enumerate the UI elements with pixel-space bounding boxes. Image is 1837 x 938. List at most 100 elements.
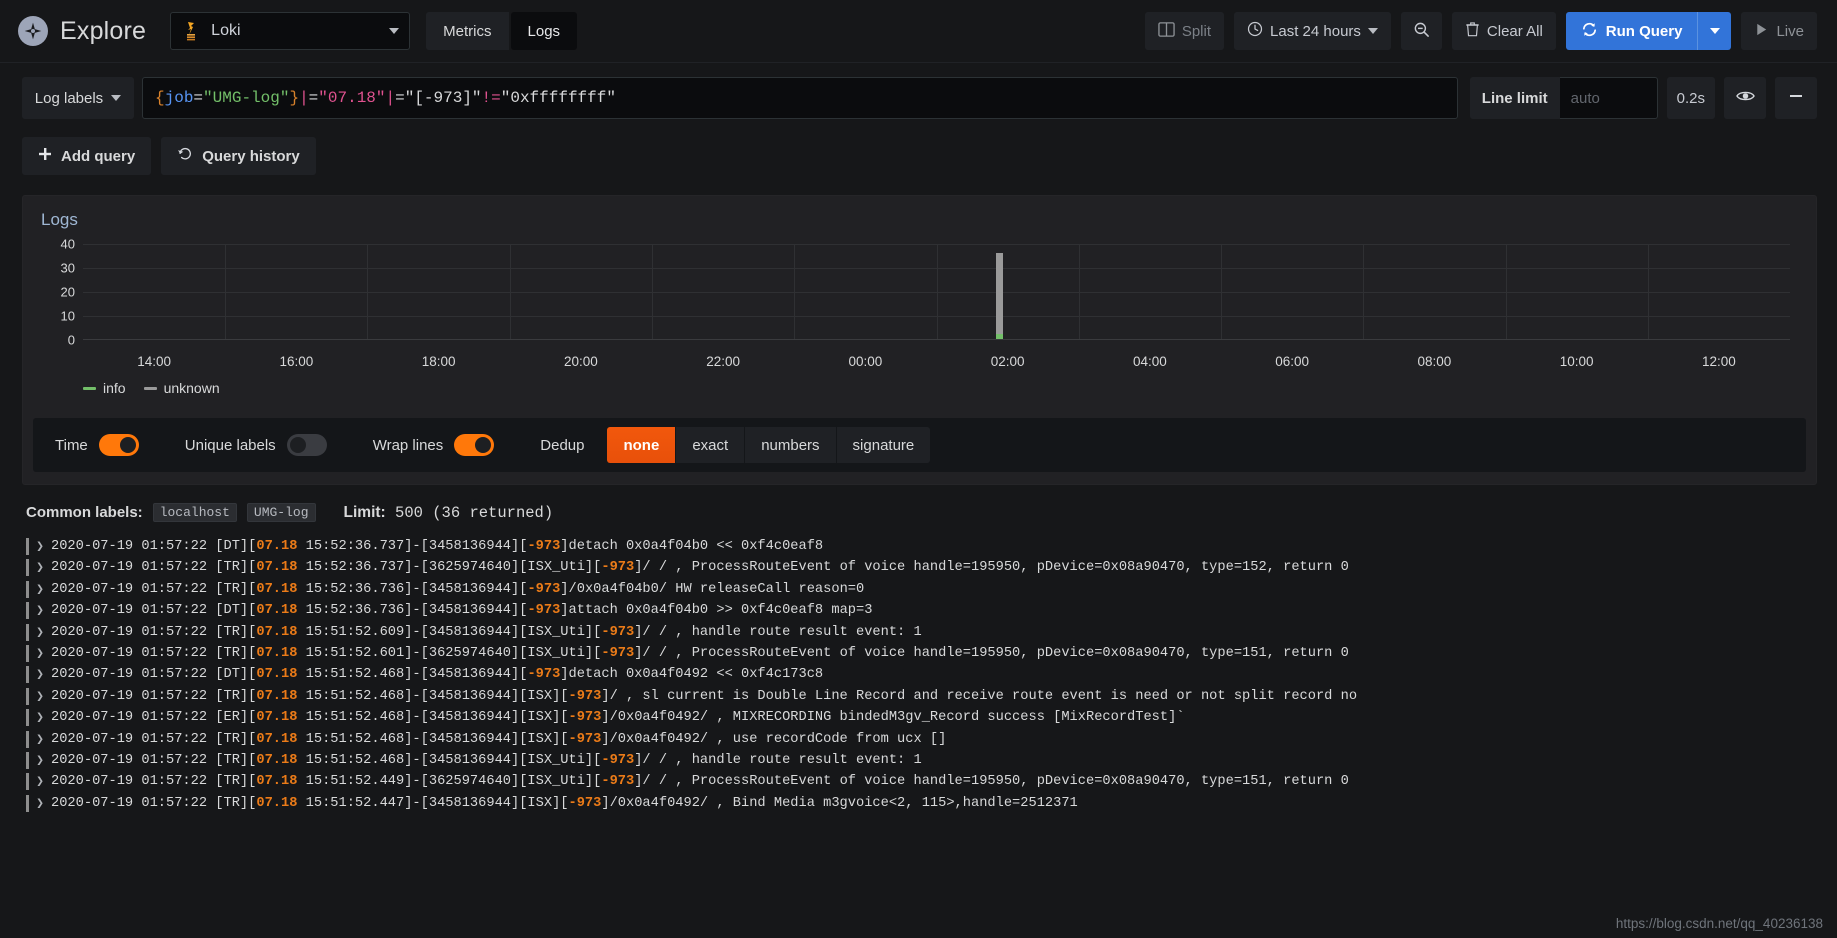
dedup-option-exact[interactable]: exact xyxy=(675,427,745,463)
expand-row-chevron-icon[interactable]: ❯ xyxy=(29,750,51,771)
expand-row-chevron-icon[interactable]: ❯ xyxy=(29,579,51,600)
expand-row-chevron-icon[interactable]: ❯ xyxy=(29,643,51,664)
datasource-name: Loki xyxy=(211,22,241,39)
toggle-knob xyxy=(475,437,492,453)
legend-label: unknown xyxy=(163,380,220,396)
plot-area[interactable] xyxy=(83,244,1790,340)
log-match-highlight: -973 xyxy=(527,539,561,554)
tab-logs[interactable]: Logs xyxy=(510,12,578,50)
log-match-highlight: 07.18 xyxy=(256,560,298,576)
time-range-picker[interactable]: Last 24 hours xyxy=(1234,12,1391,50)
time-toggle-label: Time xyxy=(55,436,88,454)
line-limit-input[interactable] xyxy=(1559,77,1658,119)
common-labels-label: Common labels: xyxy=(26,504,143,521)
dedup-option-numbers[interactable]: numbers xyxy=(744,427,836,463)
log-match-highlight: 07.18 xyxy=(256,603,298,619)
log-line-text: 2020-07-19 01:57:22 [TR][07.18 15:51:52.… xyxy=(51,793,1078,814)
datasource-picker[interactable]: Loki xyxy=(170,12,411,50)
log-text-fragment: 15:51:52.468]-[3458136944][ISX][ xyxy=(297,688,569,704)
log-text-fragment: ]/ / , ProcessRouteEvent of voice handle… xyxy=(634,560,1349,576)
trash-icon xyxy=(1465,21,1480,41)
log-row[interactable]: ❯ 2020-07-19 01:57:22 [TR][07.18 15:51:52… xyxy=(26,750,1837,771)
log-row[interactable]: ❯ 2020-07-19 01:57:22 [DT][07.18 15:51:52… xyxy=(26,664,1837,685)
log-row[interactable]: ❯ 2020-07-19 01:57:22 [TR][07.18 15:51:52… xyxy=(26,643,1837,664)
expand-row-chevron-icon[interactable]: ❯ xyxy=(29,729,51,750)
dedup-option-signature[interactable]: signature xyxy=(835,427,931,463)
log-text-fragment: 2020-07-19 01:57:22 [TR][ xyxy=(51,560,257,576)
expand-row-chevron-icon[interactable]: ❯ xyxy=(29,536,51,557)
query-history-button[interactable]: Query history xyxy=(161,137,316,175)
common-label-chip[interactable]: localhost xyxy=(152,503,237,522)
log-row[interactable]: ❯ 2020-07-19 01:57:22 [TR][07.18 15:51:52… xyxy=(26,686,1837,707)
log-row[interactable]: ❯ 2020-07-19 01:57:22 [DT][07.18 15:52:36… xyxy=(26,536,1837,557)
x-tick-label: 10:00 xyxy=(1559,354,1594,369)
tab-metrics[interactable]: Metrics xyxy=(426,12,509,50)
log-text-fragment: 15:51:52.468]-[3458136944][ISX_Uti][ xyxy=(297,752,602,768)
expand-row-chevron-icon[interactable]: ❯ xyxy=(29,557,51,578)
common-label-chip[interactable]: UMG-log xyxy=(246,503,316,522)
logs-histogram-chart[interactable]: 0 10 20 30 40 14:00 16:00 18:00 20:00 22:00 00:00… xyxy=(41,237,1798,396)
zoom-out-button[interactable] xyxy=(1400,12,1442,50)
legend-item-info[interactable]: info xyxy=(83,380,126,396)
query-token: } xyxy=(289,89,300,107)
log-row[interactable]: ❯ 2020-07-19 01:57:22 [TR][07.18 15:51:52… xyxy=(26,729,1837,750)
expand-row-chevron-icon[interactable]: ❯ xyxy=(29,707,51,728)
chart-legend: info unknown xyxy=(83,380,220,396)
log-line-text: 2020-07-19 01:57:22 [TR][07.18 15:51:52.… xyxy=(51,622,922,643)
histogram-bar[interactable] xyxy=(996,252,1004,339)
log-line-text: 2020-07-19 01:57:22 [TR][07.18 15:51:52.… xyxy=(51,686,1357,707)
panel-title: Logs xyxy=(41,210,78,229)
query-row: Log labels {job = "UMG-log"} | = "07.18" | =… xyxy=(22,77,1817,119)
split-button[interactable]: Split xyxy=(1144,12,1225,50)
dedup-option-group: none exact numbers signature xyxy=(607,427,931,463)
log-text-fragment: 2020-07-19 01:57:22 [TR][ xyxy=(51,795,257,811)
unique-labels-toggle[interactable] xyxy=(286,434,327,456)
log-text-fragment: 15:51:52.447]-[3458136944][ISX][ xyxy=(297,795,569,811)
log-match-highlight: -973 xyxy=(601,560,635,576)
x-tick-label: 22:00 xyxy=(706,354,741,369)
log-row[interactable]: ❯ 2020-07-19 01:57:22 [ER][07.18 15:51:52… xyxy=(26,707,1837,728)
log-text-fragment: 15:52:36.737]-[3458136944][ xyxy=(297,539,528,554)
add-query-button[interactable]: Add query xyxy=(22,137,152,175)
split-panes-icon xyxy=(1158,21,1175,42)
expand-row-chevron-icon[interactable]: ❯ xyxy=(29,622,51,643)
toggle-query-visibility-button[interactable] xyxy=(1724,77,1766,119)
log-text-fragment: 2020-07-19 01:57:22 [ER][ xyxy=(51,710,257,726)
log-row[interactable]: ❯ 2020-07-19 01:57:22 [TR][07.18 15:51:52… xyxy=(26,622,1837,643)
log-row[interactable]: ❯ 2020-07-19 01:57:22 [TR][07.18 15:51:52… xyxy=(26,771,1837,792)
log-match-highlight: 07.18 xyxy=(256,795,298,811)
dedup-option-none[interactable]: none xyxy=(607,427,676,463)
log-match-highlight: 07.18 xyxy=(256,774,298,790)
log-line-text: 2020-07-19 01:57:22 [TR][07.18 15:51:52.… xyxy=(51,771,1349,792)
time-toggle[interactable] xyxy=(98,434,139,456)
log-row[interactable]: ❯ 2020-07-19 01:57:22 [TR][07.18 15:52:36… xyxy=(26,557,1837,578)
log-text-fragment: 15:51:52.601]-[3625974640][ISX_Uti][ xyxy=(297,645,602,661)
legend-item-unknown[interactable]: unknown xyxy=(143,380,220,396)
run-query-button[interactable]: Run Query xyxy=(1565,12,1698,50)
log-text-fragment: 2020-07-19 01:57:22 [TR][ xyxy=(51,581,257,597)
log-row[interactable]: ❯ 2020-07-19 01:57:22 [TR][07.18 15:51:52… xyxy=(26,793,1837,814)
query-editor-zone: Log labels {job = "UMG-log"} | = "07.18" | =… xyxy=(0,63,1837,175)
query-expression-input[interactable]: {job = "UMG-log"} | = "07.18" | = "[-973]" !… xyxy=(142,77,1458,119)
remove-query-button[interactable] xyxy=(1775,77,1817,119)
log-row[interactable]: ❯ 2020-07-19 01:57:22 [DT][07.18 15:52:36… xyxy=(26,600,1837,621)
dedup-control: Dedup none exact numbers signature xyxy=(540,427,931,463)
live-button[interactable]: Live xyxy=(1741,12,1817,50)
vertical-gridline xyxy=(1363,244,1365,339)
run-query-options-button[interactable] xyxy=(1697,12,1732,50)
clear-all-button[interactable]: Clear All xyxy=(1451,12,1556,50)
expand-row-chevron-icon[interactable]: ❯ xyxy=(29,664,51,685)
query-token: = xyxy=(395,89,405,107)
log-line-text: 2020-07-19 01:57:22 [ER][07.18 15:51:52.… xyxy=(51,707,1185,728)
expand-row-chevron-icon[interactable]: ❯ xyxy=(29,793,51,814)
log-match-highlight: 07.18 xyxy=(256,539,298,554)
log-row[interactable]: ❯ 2020-07-19 01:57:22 [TR][07.18 15:52:36… xyxy=(26,579,1837,600)
wrap-lines-toggle[interactable] xyxy=(454,434,495,456)
expand-row-chevron-icon[interactable]: ❯ xyxy=(29,686,51,707)
chevron-down-icon xyxy=(111,95,122,101)
time-range-label: Last 24 hours xyxy=(1270,22,1361,40)
log-labels-button[interactable]: Log labels xyxy=(22,77,134,119)
expand-row-chevron-icon[interactable]: ❯ xyxy=(29,600,51,621)
expand-row-chevron-icon[interactable]: ❯ xyxy=(29,771,51,792)
query-duration-badge[interactable]: 0.2s xyxy=(1666,77,1715,119)
